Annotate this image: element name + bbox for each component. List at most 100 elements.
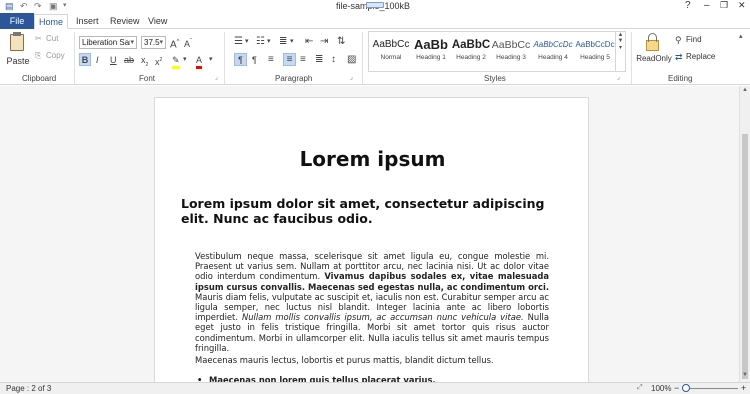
align-left-icon[interactable]: ≡	[268, 54, 274, 66]
document-icon	[366, 2, 384, 8]
style-heading-3[interactable]: AaBbCc Heading 3	[491, 34, 531, 70]
show-formatting-marks-icon[interactable]: ¶	[234, 53, 247, 66]
paragraph-direction-icon[interactable]: ¶	[252, 54, 257, 66]
replace-button[interactable]: Replace	[686, 52, 715, 61]
cut-icon[interactable]: ✂	[35, 34, 42, 43]
font-dialog-launcher-icon[interactable]: ⌟	[215, 74, 218, 81]
editing-group-label: Editing	[668, 74, 693, 83]
styles-group-label: Styles	[484, 74, 506, 83]
quick-access-dropdown-icon[interactable]: ▾	[63, 1, 67, 9]
decrease-indent-icon[interactable]: ⇤	[305, 36, 313, 48]
superscript-button[interactable]: x2	[155, 54, 162, 68]
document-area[interactable]: Lorem ipsum Lorem ipsum dolor sit amet, …	[0, 86, 739, 387]
style-normal[interactable]: AaBbCc Normal	[371, 34, 411, 70]
help-button[interactable]: ?	[685, 0, 691, 11]
style-heading-1[interactable]: AaBb Heading 1	[411, 34, 451, 70]
style-heading-4[interactable]: AaBbCcDc Heading 4	[533, 34, 573, 70]
chevron-down-icon[interactable]: ▾	[267, 36, 271, 48]
font-color-icon[interactable]: A	[196, 54, 203, 69]
style-heading-5[interactable]: AaBbCcDc Heading 5	[575, 34, 615, 70]
style-sample: AaBbCcDc	[533, 40, 573, 49]
styles-dialog-launcher-icon[interactable]: ⌟	[617, 74, 620, 81]
paste-label: Paste	[6, 56, 30, 66]
ribbon: Paste ✂ Cut ⎘ Copy Clipboard Liberation …	[0, 29, 750, 85]
font-size-select[interactable]: 37.5 ▾	[141, 36, 166, 49]
font-size-value: 37.5	[144, 38, 160, 47]
zoom-slider[interactable]	[682, 388, 738, 389]
paragraph-dialog-launcher-icon[interactable]: ⌟	[350, 74, 353, 81]
scroll-up-icon[interactable]: ▲	[742, 87, 748, 93]
paragraph-group-label: Paragraph	[275, 74, 313, 83]
chevron-down-icon[interactable]: ▾	[209, 54, 213, 66]
italic-button[interactable]: I	[96, 54, 99, 66]
font-group-label: Font	[139, 74, 156, 83]
readonly-label: ReadOnly	[636, 54, 672, 63]
chevron-down-icon: ▾	[159, 39, 163, 46]
chevron-down-icon[interactable]: ▾	[183, 54, 187, 66]
style-name: Heading 1	[416, 54, 446, 61]
save-icon[interactable]: ▣	[49, 1, 58, 12]
tab-home[interactable]: Home	[34, 14, 68, 29]
cut-button[interactable]: Cut	[46, 34, 58, 43]
copy-icon[interactable]: ⎘	[35, 51, 41, 61]
paragraph-italic-text: Nullam mollis convallis ipsum, ac accums…	[241, 312, 524, 323]
styles-gallery-scroll[interactable]: ▲ ▼ ▾	[616, 31, 626, 72]
multilevel-list-icon[interactable]: ≣	[279, 36, 287, 48]
find-button[interactable]: Find	[686, 35, 702, 44]
minimize-button[interactable]: –	[704, 0, 710, 11]
chevron-down-icon[interactable]: ▾	[290, 36, 294, 48]
page-indicator: Page : 2 of 3	[6, 384, 52, 393]
line-spacing-icon[interactable]: ↕	[331, 54, 336, 66]
ribbon-tabs: File Home Insert Review View	[0, 13, 750, 29]
scrollbar-thumb[interactable]	[742, 134, 748, 379]
chevron-down-icon[interactable]: ▾	[245, 36, 249, 48]
redo-icon[interactable]: ↷	[34, 1, 42, 12]
subscript-button[interactable]: x2	[141, 54, 148, 71]
paste-button[interactable]: Paste	[6, 32, 30, 70]
zoom-slider-thumb[interactable]	[682, 384, 690, 392]
bullets-icon[interactable]: ☰	[234, 36, 243, 48]
divider	[74, 32, 75, 84]
status-bar: Page : 2 of 3 ⤢ 100% − +	[0, 382, 750, 394]
lock-shackle-icon	[648, 33, 657, 42]
sort-icon[interactable]: ⇅	[337, 36, 345, 48]
close-button[interactable]: ✕	[738, 0, 746, 11]
clipboard-group-label: Clipboard	[22, 74, 57, 83]
zoom-out-button[interactable]: −	[674, 383, 679, 393]
tab-view[interactable]: View	[148, 14, 167, 29]
find-icon[interactable]: ⚲	[675, 34, 682, 46]
zoom-in-button[interactable]: +	[741, 383, 746, 393]
tab-review[interactable]: Review	[110, 14, 140, 29]
restore-button[interactable]: ❐	[720, 0, 728, 11]
numbering-icon[interactable]: ☷	[256, 36, 265, 48]
tab-file[interactable]: File	[0, 13, 34, 29]
zoom-to-fit-icon[interactable]: ⤢	[637, 384, 643, 392]
gallery-expand-icon[interactable]: ▾	[616, 44, 625, 51]
justify-icon[interactable]: ≣	[315, 54, 323, 66]
tab-insert[interactable]: Insert	[76, 14, 99, 29]
style-heading-2[interactable]: AaBbC Heading 2	[451, 34, 491, 70]
readonly-button[interactable]: ReadOnly	[636, 32, 672, 70]
underline-button[interactable]: U	[110, 54, 117, 66]
increase-indent-icon[interactable]: ⇥	[320, 36, 328, 48]
style-name: Heading 3	[496, 54, 526, 61]
shrink-font-icon[interactable]: Aˇ	[184, 36, 192, 50]
zoom-level: 100%	[651, 384, 672, 393]
bold-button[interactable]: B	[79, 53, 91, 66]
align-right-icon[interactable]: ≡	[300, 54, 306, 66]
strikethrough-button[interactable]: ab	[124, 54, 134, 66]
undo-icon[interactable]: ↶	[20, 1, 28, 12]
grow-font-icon[interactable]: A^	[170, 36, 180, 51]
word-editor-window: { "window": {"title": "file-sample_100kB…	[0, 0, 750, 394]
scroll-down-icon[interactable]: ▼	[742, 372, 748, 378]
copy-button[interactable]: Copy	[46, 51, 65, 60]
collapse-ribbon-icon[interactable]: ▴	[739, 32, 743, 40]
replace-icon[interactable]: ⇄	[675, 51, 683, 63]
vertical-scrollbar[interactable]: ▲ ▼	[739, 86, 750, 382]
body-paragraph-2: Maecenas mauris lectus, lobortis et puru…	[195, 355, 494, 365]
shading-icon[interactable]: ▨	[347, 54, 356, 66]
document-page[interactable]: Lorem ipsum Lorem ipsum dolor sit amet, …	[154, 97, 589, 387]
highlight-icon[interactable]: ✎	[172, 54, 180, 69]
align-center-icon[interactable]: ≡	[283, 53, 296, 66]
font-family-select[interactable]: Liberation Sans▾	[79, 36, 137, 49]
